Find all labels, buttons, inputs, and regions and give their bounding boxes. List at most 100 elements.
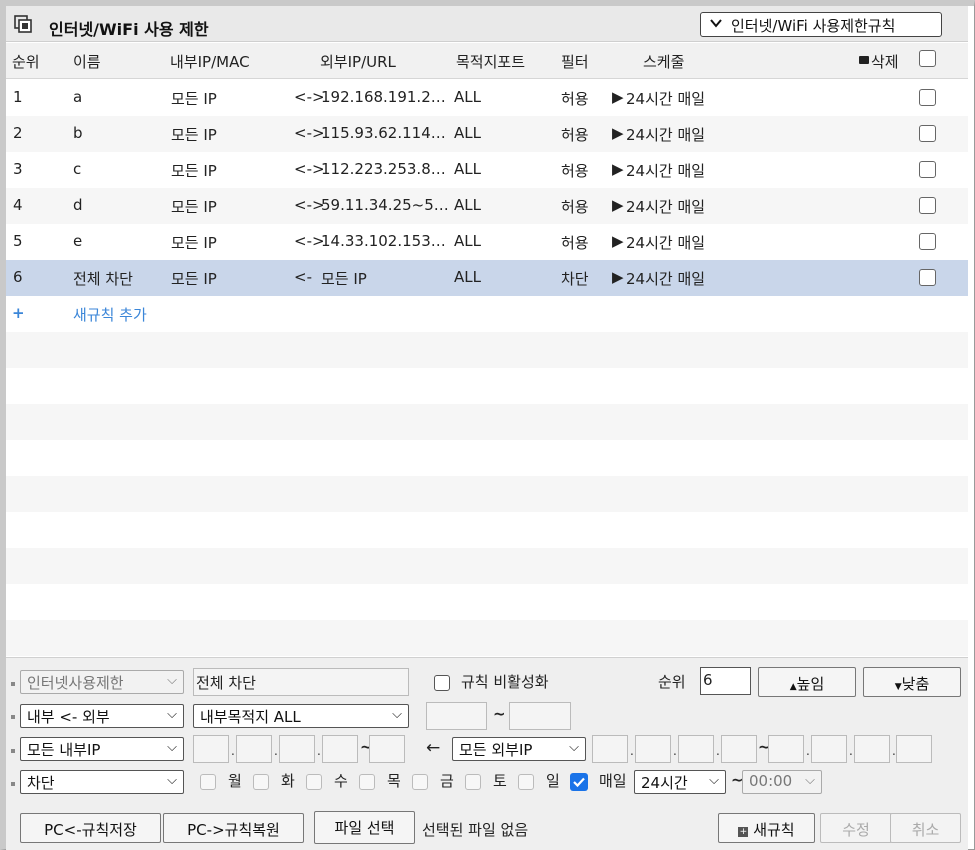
save-rules-to-pc-button[interactable]: PC<-규칙저장 [20,813,161,843]
play-icon: ▶ [612,268,624,286]
row-delete-checkbox[interactable] [919,233,936,250]
action-select-value: 차단 [27,774,55,792]
file-select-label: 파일 선택 [334,819,395,837]
external-ip-end-octet-3[interactable] [854,735,890,763]
row-external: 112.223.253.8… [321,160,446,178]
port-end-input[interactable] [509,702,571,730]
day-checkbox-sun[interactable] [518,774,534,790]
bullet [11,715,15,719]
plus-icon: + [12,304,25,322]
table-row-selected[interactable]: 6 전체 차단 모든 IP <- 모든 IP ALL 차단 ▶ 24시간 매일 [6,260,968,296]
new-rule-button[interactable]: + 새규칙 [718,813,815,843]
external-ip-octet-3[interactable] [678,735,714,763]
row-name: e [73,232,83,250]
direction-select[interactable]: 내부 <- 외부 ⌵ [20,704,184,728]
internal-ip-octet-2[interactable] [236,735,272,763]
table-row[interactable]: 1 a 모든 IP <-> 192.168.191.2… ALL 허용 ▶ 24… [6,80,968,116]
rules-dropdown[interactable]: 인터넷/WiFi 사용제한규칙 [700,12,942,37]
empty-row [6,620,968,656]
row-delete-checkbox[interactable] [919,197,936,214]
duration-select[interactable]: 24시간 ⌵ [634,770,726,794]
chevron-down-icon: ⌵ [167,740,177,755]
restore-rules-from-pc-button[interactable]: PC->규칙복원 [163,813,304,843]
disable-rule-checkbox[interactable] [434,675,450,691]
category-select[interactable]: 인터넷사용제한 ⌵ [20,670,184,694]
chevron-down-icon: ⌵ [167,707,177,722]
bullet [11,682,15,686]
internal-ip-end-octet[interactable] [369,735,405,763]
file-status: 선택된 파일 없음 [422,821,529,839]
day-checkbox-wed[interactable] [306,774,322,790]
external-ip-end-octet-4[interactable] [896,735,932,763]
external-ip-end-octet-2[interactable] [811,735,847,763]
add-rule-link[interactable]: 새규칙 추가 [73,304,147,325]
table-row[interactable]: 2 b 모든 IP <-> 115.93.62.114… ALL 허용 ▶ 24… [6,116,968,152]
table-row[interactable]: 4 d 모든 IP <-> 59.11.34.25~5… ALL 허용 ▶ 24… [6,188,968,224]
chevron-down-icon [710,19,722,28]
modify-button[interactable]: 수정 [820,813,892,843]
lower-order-label: 낮춤 [901,675,930,693]
internal-ip-octet-4[interactable] [322,735,358,763]
table-row[interactable]: 3 c 모든 IP <-> 112.223.253.8… ALL 허용 ▶ 24… [6,152,968,188]
external-ip-octet-4[interactable] [721,735,757,763]
start-time-select[interactable]: 00:00 ⌵ [742,770,822,794]
lower-order-button[interactable]: ▼낮춤 [863,667,961,697]
cancel-button[interactable]: 취소 [890,813,961,843]
internal-ip-octet-1[interactable] [193,735,229,763]
select-all-checkbox[interactable] [919,50,936,67]
action-select[interactable]: 차단 ⌵ [20,770,184,794]
ip-dot: . [274,744,278,758]
external-ip-octet-2[interactable] [635,735,671,763]
row-delete-checkbox[interactable] [919,125,936,142]
row-port: ALL [454,124,481,142]
destination-select[interactable]: 내부목적지 ALL ⌵ [193,704,409,728]
day-checkbox-mon[interactable] [200,774,216,790]
rule-name-input[interactable]: 전체 차단 [193,668,409,696]
row-delete-checkbox[interactable] [919,269,936,286]
play-icon: ▶ [612,196,624,214]
disable-rule-label: 규칙 비활성화 [461,673,549,691]
row-order: 2 [13,124,23,142]
chevron-down-icon: ⌵ [709,773,719,788]
row-delete-checkbox[interactable] [919,161,936,178]
row-schedule: 24시간 매일 [626,270,706,288]
row-delete-checkbox[interactable] [919,89,936,106]
table-row[interactable]: 5 e 모든 IP <-> 14.33.102.153… ALL 허용 ▶ 24… [6,224,968,260]
day-checkbox-sat[interactable] [465,774,481,790]
order-input-value: 6 [703,671,713,689]
raise-order-button[interactable]: ▲높임 [758,667,856,697]
add-rule-row[interactable]: + 새규칙 추가 [6,296,968,332]
row-filter: 허용 [561,126,589,144]
row-external: 모든 IP [321,270,367,288]
port-start-input[interactable] [426,702,487,730]
external-ip-end-octet-1[interactable] [768,735,804,763]
chevron-down-icon: ⌵ [805,773,815,788]
plus-box-icon: + [738,827,749,837]
day-checkbox-thu[interactable] [359,774,375,790]
row-direction: <-> [294,88,325,106]
internal-ip-octet-3[interactable] [279,735,315,763]
row-order: 6 [13,268,23,286]
day-label-sat: 토 [493,772,507,790]
row-direction: <-> [294,196,325,214]
external-ip-octet-1[interactable] [592,735,628,763]
row-order: 4 [13,196,23,214]
header-name: 이름 [73,53,101,71]
internal-ip-select[interactable]: 모든 내부IP ⌵ [20,737,184,761]
window-icon [14,15,32,33]
row-schedule: 24시간 매일 [626,90,706,108]
order-label: 순위 [658,673,686,691]
play-icon: ▶ [612,232,624,250]
day-checkbox-tue[interactable] [253,774,269,790]
row-name: a [73,88,83,106]
row-port: ALL [454,196,481,214]
file-select-button[interactable]: 파일 선택 [314,811,415,844]
row-port: ALL [454,232,481,250]
day-label-thu: 목 [387,772,401,790]
everyday-checkbox[interactable] [570,773,588,791]
external-ip-select[interactable]: 모든 외부IP ⌵ [452,737,586,761]
ip-dot: . [716,744,720,758]
order-input[interactable]: 6 [700,667,751,695]
header-external: 외부IP/URL [320,53,396,71]
day-checkbox-fri[interactable] [412,774,428,790]
